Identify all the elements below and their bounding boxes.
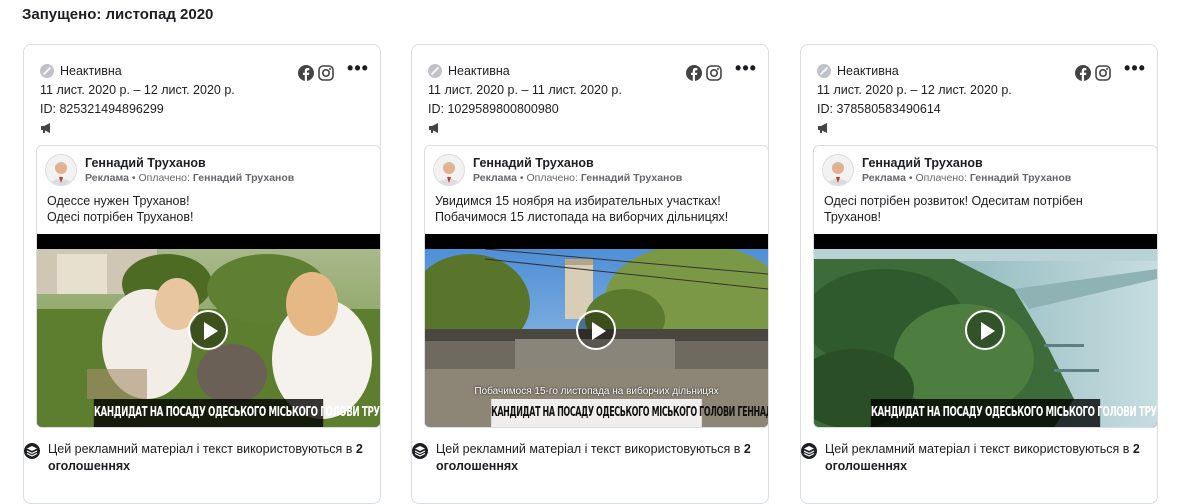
inactive-status-icon	[817, 64, 831, 78]
sponsor-label: Реклама	[85, 172, 129, 184]
footer: Цей рекламний матеріал і текст використо…	[24, 441, 366, 475]
run-dates: 11 лист. 2020 р. – 12 лист. 2020 р.	[40, 83, 235, 97]
ad-preview: Геннадий Труханов Реклама • Оплачено: Ге…	[424, 145, 768, 428]
inactive-status-icon	[40, 64, 54, 78]
sponsor-label: Реклама	[473, 172, 517, 184]
sponsor-paid: • Оплачено:	[516, 172, 581, 184]
ad-id: ID: 378580583490614	[817, 102, 941, 116]
video-caption: КАНДИДАТ НА ПОСАДУ ОДЕСЬКОГО МІСЬКОГО ГО…	[93, 399, 380, 427]
layers-icon	[412, 443, 428, 459]
ad-card: Неактивна 11 лист. 2020 р. – 12 лист. 20…	[800, 44, 1158, 504]
sponsor-paid: • Оплачено:	[905, 172, 970, 184]
status-text: Неактивна	[60, 64, 122, 78]
ad-text-line: Побачимося 15 листопада на виборчих діль…	[435, 210, 729, 224]
video-player[interactable]: КАНДИДАТ НА ПОСАДУ ОДЕСЬКОГО МІСЬКОГО ГО…	[814, 234, 1157, 427]
footer-text: Цей рекламний матеріал і текст використо…	[436, 441, 754, 475]
ad-id: ID: 825321494896299	[40, 102, 164, 116]
page-name[interactable]: Геннадий Труханов	[862, 156, 983, 170]
megaphone-icon	[41, 123, 50, 133]
ad-text-line: Одесі потрібен розвиток! Одеситам потріб…	[824, 194, 1083, 208]
facebook-icon	[686, 65, 702, 81]
sponsor-line: Реклама • Оплачено: Геннадий Труханов	[473, 172, 682, 184]
status-text: Неактивна	[448, 64, 510, 78]
sponsor-line: Реклама • Оплачено: Геннадий Труханов	[85, 172, 294, 184]
video-subtitle: Побачимося 15-го листопада на виборчих д…	[474, 386, 719, 397]
footer-text-main: Цей рекламний матеріал і текст використо…	[825, 442, 1133, 456]
video-caption: КАНДИДАТ НА ПОСАДУ ОДЕСЬКОГО МІСЬКОГО ГО…	[870, 399, 1157, 427]
page-name[interactable]: Геннадий Труханов	[473, 156, 594, 170]
ad-card: Неактивна 11 лист. 2020 р. – 11 лист. 20…	[411, 44, 769, 504]
ad-preview: Геннадий Труханов Реклама • Оплачено: Ге…	[813, 145, 1157, 428]
instagram-icon	[706, 65, 722, 81]
ad-preview: Геннадий Труханов Реклама • Оплачено: Ге…	[36, 145, 380, 428]
avatar[interactable]	[822, 154, 854, 186]
instagram-icon	[1095, 65, 1111, 81]
sponsor-name: Геннадий Труханов	[969, 172, 1072, 184]
footer-text-main: Цей рекламний матеріал і текст використо…	[436, 442, 744, 456]
avatar[interactable]	[45, 154, 77, 186]
avatar[interactable]	[433, 154, 465, 186]
inactive-status-icon	[428, 64, 442, 78]
play-icon[interactable]	[576, 310, 616, 350]
ad-text-line: Одесі потрібен Труханов!	[47, 210, 194, 224]
more-options-icon[interactable]: •••	[346, 59, 370, 81]
ad-text-line: Увидимся 15 ноября на избирательных учас…	[435, 194, 721, 208]
footer: Цей рекламний матеріал і текст використо…	[801, 441, 1143, 475]
megaphone-icon	[429, 123, 438, 133]
ad-text: Одессе нужен Труханов! Одесі потрібен Тр…	[47, 193, 370, 225]
instagram-icon	[318, 65, 334, 81]
megaphone-icon	[818, 123, 827, 133]
footer-text: Цей рекламний матеріал і текст використо…	[825, 441, 1143, 475]
video-player[interactable]: Побачимося 15-го листопада на виборчих д…	[425, 234, 768, 427]
ad-text: Одесі потрібен розвиток! Одеситам потріб…	[824, 193, 1147, 225]
page-name[interactable]: Геннадий Труханов	[85, 156, 206, 170]
more-options-icon[interactable]: •••	[734, 59, 758, 81]
status-text: Неактивна	[837, 64, 899, 78]
sponsor-name: Геннадий Труханов	[192, 172, 295, 184]
more-options-icon[interactable]: •••	[1123, 59, 1147, 81]
facebook-icon	[298, 65, 314, 81]
section-title: Запущено: листопад 2020	[22, 6, 214, 23]
run-dates: 11 лист. 2020 р. – 12 лист. 2020 р.	[817, 83, 1012, 97]
sponsor-paid: • Оплачено:	[128, 172, 193, 184]
sponsor-line: Реклама • Оплачено: Геннадий Труханов	[862, 172, 1071, 184]
play-icon[interactable]	[188, 310, 228, 350]
video-caption: КАНДИДАТ НА ПОСАДУ ОДЕСЬКОГО МІСЬКОГО ГО…	[491, 399, 768, 427]
video-player[interactable]: КАНДИДАТ НА ПОСАДУ ОДЕСЬКОГО МІСЬКОГО ГО…	[37, 234, 380, 427]
run-dates: 11 лист. 2020 р. – 11 лист. 2020 р.	[428, 83, 622, 97]
ad-id: ID: 1029589800800980	[428, 102, 559, 116]
play-icon[interactable]	[965, 310, 1005, 350]
sponsor-label: Реклама	[862, 172, 906, 184]
layers-icon	[24, 443, 40, 459]
ad-text: Увидимся 15 ноября на избирательных учас…	[435, 193, 758, 225]
footer-text: Цей рекламний матеріал і текст використо…	[48, 441, 366, 475]
footer: Цей рекламний матеріал і текст використо…	[412, 441, 754, 475]
ad-text-line: Одессе нужен Труханов!	[47, 194, 190, 208]
ad-text-line: Труханов!	[824, 210, 882, 224]
footer-text-main: Цей рекламний матеріал і текст використо…	[48, 442, 356, 456]
layers-icon	[801, 443, 817, 459]
sponsor-name: Геннадий Труханов	[580, 172, 683, 184]
ad-card: Неактивна 11 лист. 2020 р. – 12 лист. 20…	[23, 44, 381, 504]
facebook-icon	[1075, 65, 1091, 81]
